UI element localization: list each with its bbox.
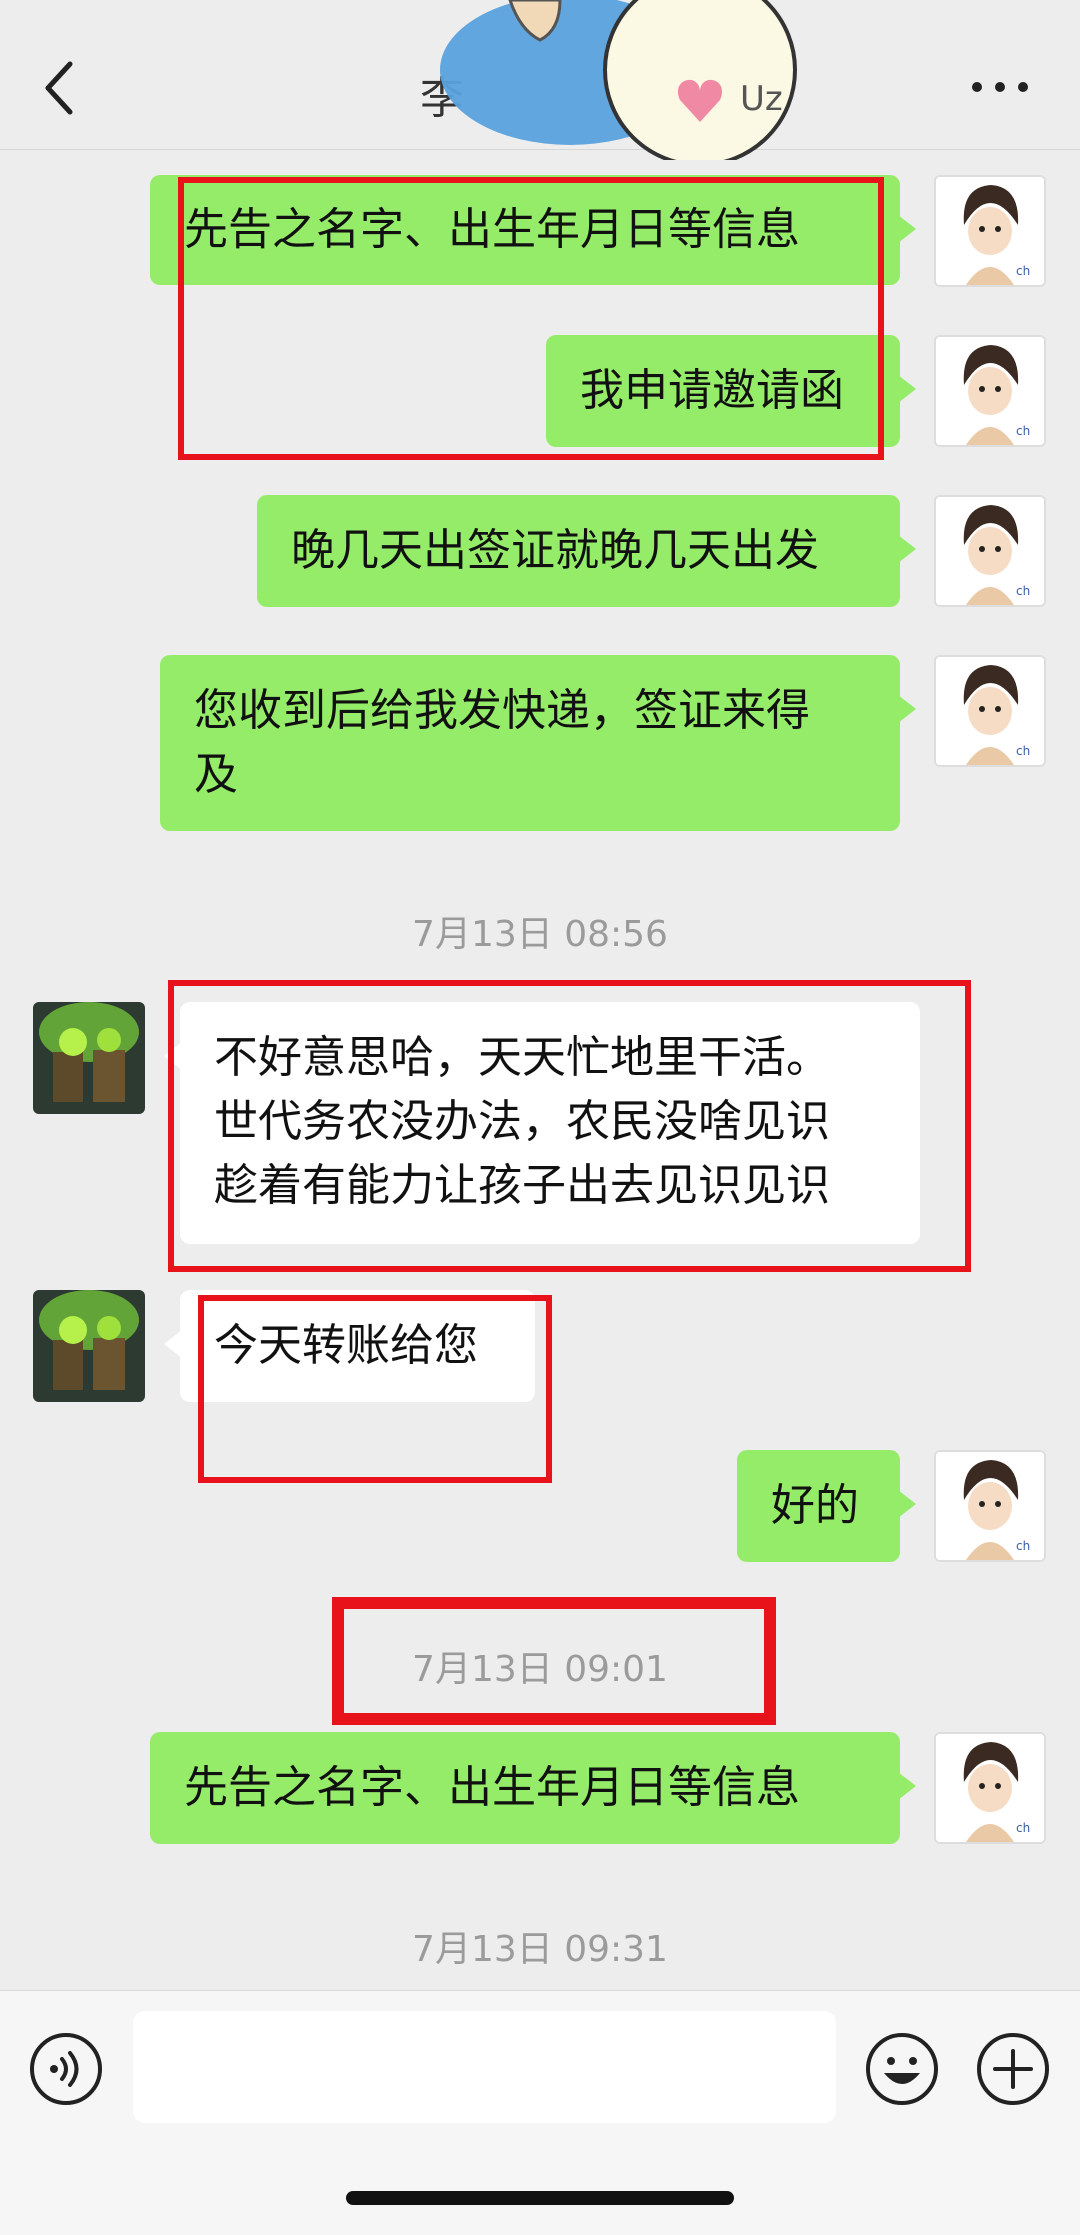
contact-avatar[interactable]	[33, 1290, 145, 1402]
svg-text:ch: ch	[1016, 744, 1030, 758]
plus-icon[interactable]	[975, 2031, 1051, 2107]
my-avatar[interactable]: ch	[934, 1732, 1046, 1844]
message-text: 先告之名字、出生年月日等信息	[184, 1762, 800, 1813]
avatar-icon: ch	[936, 337, 1044, 445]
chat-header: 李 Uz	[0, 0, 1080, 160]
my-avatar[interactable]: ch	[934, 495, 1046, 607]
home-indicator	[346, 2191, 734, 2205]
message-text-line: 及	[194, 749, 238, 800]
svg-text:ch: ch	[1016, 264, 1030, 278]
outgoing-message[interactable]: 好的	[737, 1450, 916, 1562]
svg-text:ch: ch	[1016, 1821, 1030, 1835]
avatar-icon: ch	[936, 177, 1044, 285]
timestamp: 7月13日 09:31	[412, 1929, 668, 1970]
my-avatar[interactable]: ch	[934, 175, 1046, 287]
message-list[interactable]: 先告之名字、出生年月日等信息 ch 我申请邀请函 ch 晚几天出签证就晚几天出发	[0, 150, 1080, 1990]
message-text: 好的	[771, 1480, 859, 1531]
svg-text:Uz: Uz	[740, 79, 783, 119]
my-avatar[interactable]: ch	[934, 1450, 1046, 1562]
sticker-overlay: Uz	[440, 0, 797, 160]
more-options-icon[interactable]	[972, 80, 1028, 94]
avatar-icon: ch	[936, 657, 1044, 765]
avatar-icon	[33, 1290, 145, 1402]
svg-text:ch: ch	[1016, 424, 1030, 438]
annotation-box	[198, 1295, 552, 1483]
outgoing-message[interactable]: 您收到后给我发快递，签证来得 及	[160, 655, 916, 831]
input-bar	[0, 1990, 1080, 2235]
avatar-icon: ch	[936, 1452, 1044, 1560]
svg-text:ch: ch	[1016, 1539, 1030, 1553]
chevron-left-icon[interactable]	[40, 58, 80, 118]
timestamp: 7月13日 09:01	[412, 1649, 668, 1690]
outgoing-message[interactable]: 先告之名字、出生年月日等信息	[150, 1732, 916, 1844]
annotation-box	[178, 177, 884, 460]
message-text: 晚几天出签证就晚几天出发	[291, 525, 819, 576]
avatar-icon: ch	[936, 1734, 1044, 1842]
voice-icon[interactable]	[28, 2031, 104, 2107]
message-text-line: 您收到后给我发快递，签证来得	[194, 685, 810, 736]
my-avatar[interactable]: ch	[934, 655, 1046, 767]
avatar-icon	[33, 1002, 145, 1114]
message-input[interactable]	[133, 2011, 836, 2123]
my-avatar[interactable]: ch	[934, 335, 1046, 447]
avatar-icon: ch	[936, 497, 1044, 605]
outgoing-message[interactable]: 晚几天出签证就晚几天出发	[257, 495, 916, 607]
svg-text:ch: ch	[1016, 584, 1030, 598]
emoji-icon[interactable]	[864, 2031, 940, 2107]
annotation-box	[168, 980, 971, 1272]
contact-avatar[interactable]	[33, 1002, 145, 1114]
timestamp: 7月13日 08:56	[412, 914, 668, 955]
